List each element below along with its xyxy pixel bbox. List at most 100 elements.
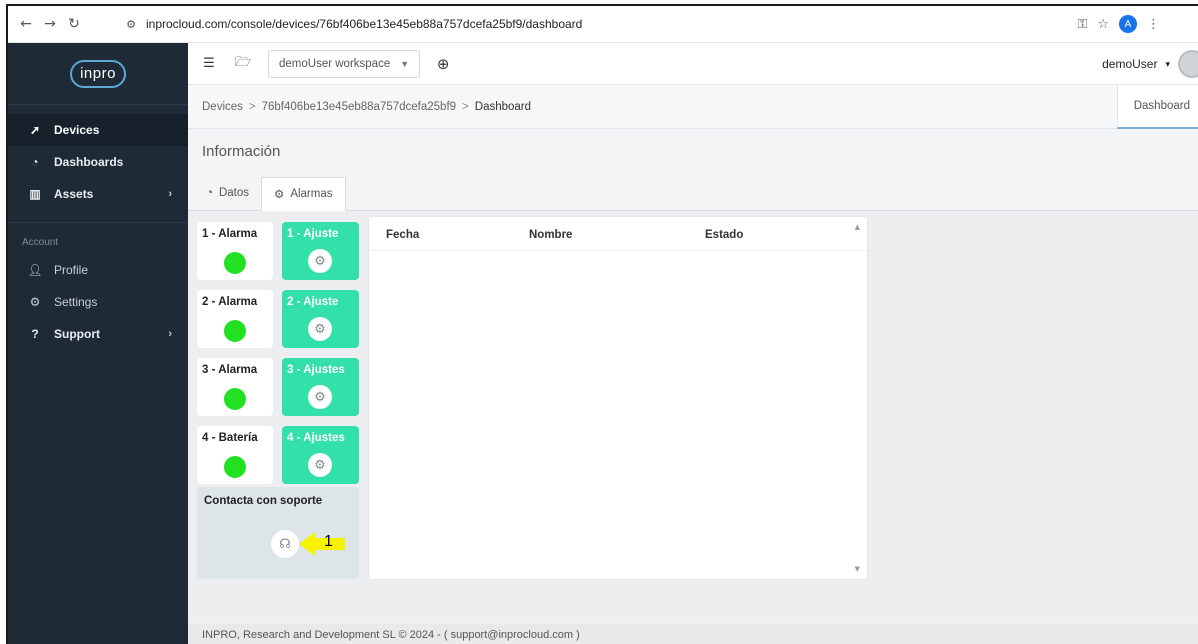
sidebar-item-label: Support — [54, 327, 100, 341]
annotation-number: 1 — [324, 533, 333, 550]
breadcrumb-separator: > — [462, 100, 469, 113]
breadcrumb: Devices > 76bf406be13e45eb88a757dcefa25b… — [188, 85, 1198, 129]
breadcrumb-item[interactable]: 76bf406be13e45eb88a757dcefa25bf9 — [262, 101, 456, 113]
ajuste-card: 3 - Ajustes ⚙ — [282, 358, 359, 416]
tab-label: Datos — [218, 187, 249, 199]
rocket-icon: ➚ — [29, 123, 41, 137]
address-bar[interactable]: ⚙ inprocloud.com/console/devices/76bf406… — [120, 10, 1160, 38]
settings-gear-button[interactable]: ⚙ — [308, 249, 332, 273]
workspace-label: demoUser workspace — [279, 57, 391, 70]
tab-bar: ◔ Datos ⚙ Alarmas — [188, 173, 1198, 211]
chevron-right-icon: › — [168, 328, 172, 340]
breadcrumb-current: Dashboard — [474, 100, 532, 113]
caret-down-icon: ▼ — [400, 58, 410, 69]
sidebar-item-profile[interactable]: 👤︎ Profile — [8, 254, 188, 286]
cogs-icon: ⚙ — [29, 295, 41, 309]
tab-datos[interactable]: ◔ Datos — [194, 176, 261, 210]
browser-toolbar: ← → ↻ ⚙ inprocloud.com/console/devices/7… — [8, 6, 1198, 43]
chevron-right-icon: › — [168, 188, 172, 200]
status-indicator — [224, 388, 246, 410]
reload-icon[interactable]: ↻ — [62, 16, 86, 32]
tab-alarmas[interactable]: ⚙ Alarmas — [261, 177, 346, 211]
user-icon: 👤︎ — [27, 263, 43, 277]
dashboard-icon: ◔ — [206, 187, 213, 199]
sidebar-item-label: Dashboards — [54, 155, 124, 169]
footer: INPRO, Research and Development SL © 202… — [188, 624, 1198, 644]
key-icon[interactable]: ⚿ — [1077, 17, 1087, 32]
url-text[interactable]: inprocloud.com/console/devices/76bf406be… — [146, 17, 582, 31]
sidebar-item-label: Devices — [54, 123, 100, 137]
column-header-fecha[interactable]: Fecha — [386, 229, 419, 241]
browser-actions: ⚿ ☆ A ⋮ — [1077, 10, 1160, 38]
table-header: Fecha Nombre Estado — [369, 217, 867, 251]
column-header-estado[interactable]: Estado — [705, 229, 743, 241]
ajuste-label: 3 - Ajustes — [287, 364, 345, 376]
status-indicator — [224, 456, 246, 478]
building-icon: ▥ — [29, 187, 41, 201]
topbar: ☰ 🗁︎ demoUser workspace ▼ ⊕ demoUser ▾ — [188, 43, 1198, 85]
ajuste-card: 2 - Ajuste ⚙ — [282, 290, 359, 348]
sidebar-item-devices[interactable]: ➚ Devices — [8, 114, 188, 146]
status-indicator — [224, 252, 246, 274]
gear-icon: ⚙ — [274, 189, 285, 201]
logo[interactable]: inpro — [70, 59, 126, 88]
status-indicator — [224, 320, 246, 342]
alarm-label: 1 - Alarma — [202, 228, 258, 240]
workspace-select[interactable]: demoUser workspace ▼ — [268, 49, 421, 78]
settings-gear-button[interactable]: ⚙ — [308, 317, 332, 341]
profile-badge[interactable]: A — [1119, 15, 1137, 33]
section-title: Información — [188, 129, 1198, 173]
sidebar-item-dashboards[interactable]: ◔ Dashboards — [8, 146, 188, 178]
alarm-card: 4 - Batería — [197, 426, 273, 484]
support-label: Contacta con soporte — [204, 495, 323, 507]
tab-dashboard[interactable]: Dashboard — [1116, 85, 1198, 129]
alarms-table: Fecha Nombre Estado ▲ ▼ — [368, 216, 868, 580]
sidebar: inpro ➚ Devices ◔ Dashboards ▥ Assets › … — [8, 43, 188, 644]
sidebar-item-label: Settings — [54, 295, 98, 309]
alarm-card: 2 - Alarma — [197, 290, 273, 348]
alarm-label: 4 - Batería — [202, 432, 258, 444]
settings-gear-button[interactable]: ⚙ — [308, 453, 332, 477]
dashboard-icon: ◔ — [31, 155, 39, 169]
breadcrumb-separator: > — [248, 100, 256, 113]
tab-label: Alarmas — [290, 188, 333, 200]
menu-toggle-icon[interactable]: ☰ — [192, 56, 226, 71]
ajuste-card: 4 - Ajustes ⚙ — [282, 426, 359, 484]
alarm-label: 3 - Alarma — [202, 364, 258, 376]
account-section-label: Account — [22, 237, 59, 248]
folder-icon[interactable]: 🗁︎ — [226, 53, 260, 75]
alarm-card: 3 - Alarma — [197, 358, 273, 416]
alarm-label: 2 - Alarma — [202, 296, 258, 308]
ajuste-label: 1 - Ajuste — [287, 228, 339, 240]
forward-icon[interactable]: → — [38, 16, 62, 32]
sidebar-item-label: Profile — [54, 263, 89, 277]
column-header-nombre[interactable]: Nombre — [529, 229, 572, 241]
breadcrumb-item[interactable]: Devices — [202, 101, 243, 113]
username: demoUser — [1102, 57, 1158, 71]
question-icon: ? — [31, 327, 39, 341]
sidebar-item-settings[interactable]: ⚙ Settings — [8, 286, 188, 318]
avatar[interactable] — [1178, 50, 1198, 78]
settings-gear-button[interactable]: ⚙ — [308, 385, 332, 409]
sidebar-item-label: Assets — [54, 187, 94, 201]
ajuste-label: 2 - Ajuste — [287, 296, 339, 308]
scroll-up-icon[interactable]: ▲ — [855, 223, 860, 231]
support-headset-button[interactable]: ☊ — [271, 530, 299, 558]
menu-dots-icon[interactable]: ⋮ — [1147, 17, 1160, 32]
back-icon[interactable]: ← — [14, 16, 38, 32]
user-menu[interactable]: demoUser ▾ — [1102, 43, 1198, 85]
ajuste-label: 4 - Ajustes — [287, 432, 345, 444]
app-frame: ← → ↻ ⚙ inprocloud.com/console/devices/7… — [6, 4, 1198, 644]
sidebar-item-assets[interactable]: ▥ Assets › — [8, 178, 188, 210]
caret-down-icon: ▾ — [1165, 58, 1170, 69]
star-icon[interactable]: ☆ — [1097, 17, 1109, 32]
content-area: 1 - Alarma 1 - Ajuste ⚙ 2 - Alarma 2 - A… — [188, 213, 1198, 623]
logo-area: inpro — [8, 43, 188, 105]
sidebar-item-support[interactable]: ? Support › — [8, 318, 188, 350]
alarm-card: 1 - Alarma — [197, 222, 273, 280]
support-card: Contacta con soporte ☊ 1 — [197, 487, 359, 579]
add-circle-icon[interactable]: ⊕ — [426, 55, 460, 73]
site-info-icon[interactable]: ⚙ — [120, 18, 142, 31]
main-area: ☰ 🗁︎ demoUser workspace ▼ ⊕ demoUser ▾ D… — [188, 43, 1198, 644]
scroll-down-icon[interactable]: ▼ — [855, 565, 860, 573]
